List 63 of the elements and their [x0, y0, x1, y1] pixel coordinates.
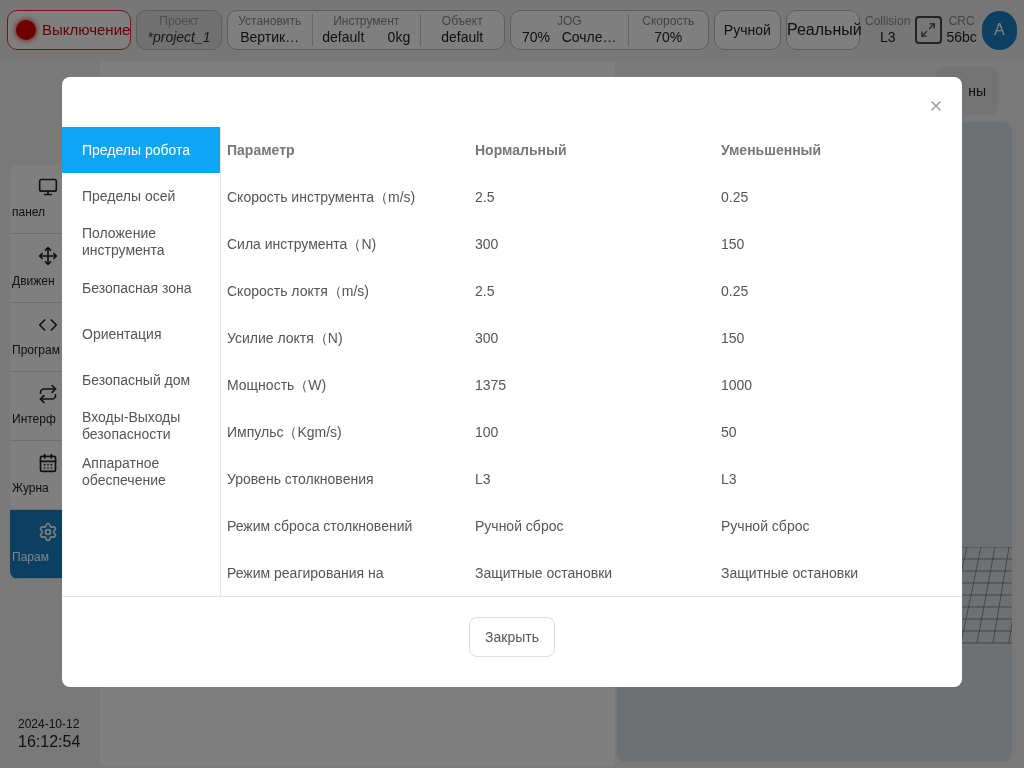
field-value: 70% Сочле…	[521, 28, 617, 47]
field-label: Объект	[441, 13, 483, 29]
sidebar-label: панел	[11, 204, 47, 221]
status-panel[interactable]: Установить Вертик… Инструмент default 0kg Объект default	[226, 10, 505, 50]
field-value: L3	[879, 28, 896, 47]
date-text: 2024-10-12	[18, 717, 81, 732]
sidebar-label: Парам	[11, 549, 50, 566]
project-name: *project_1	[147, 28, 211, 47]
field-value: 70%	[654, 28, 683, 47]
table-cell-text: 50	[720, 423, 738, 442]
table-cell-text: Скорость локтя（m/s)	[226, 282, 370, 301]
table-cell-text: Режим сброса столкновений	[226, 517, 414, 536]
table-cell-text: Скорость инструмента（m/s)	[226, 188, 417, 207]
table-cell-text: L3	[474, 470, 492, 489]
table-cell-text: Уровень столкновения	[226, 470, 375, 489]
table-cell-text: 1375	[474, 376, 508, 395]
power-button[interactable]: Выключение	[7, 10, 132, 50]
sidebar-label: Програм	[11, 342, 61, 359]
expand-icon[interactable]	[915, 16, 942, 44]
field-label: Скорость	[642, 13, 695, 29]
move-icon	[38, 246, 58, 266]
field-value: default	[441, 28, 484, 47]
status-panel[interactable]: JOG 70% Сочле… Скорость 70%	[509, 10, 709, 50]
field-value: default 0kg	[322, 28, 411, 47]
table-cell-text: 2.5	[474, 282, 496, 301]
power-status-icon	[16, 20, 36, 40]
settings-icon	[38, 522, 58, 542]
table-cell-text: 2.5	[474, 188, 496, 207]
table-cell-text: Усилие локтя（N)	[226, 329, 344, 348]
arrows-icon	[38, 384, 58, 404]
table-cell-text: Режим реагирования на	[226, 564, 385, 583]
table-cell-text: L3	[720, 470, 738, 489]
field-label: JOG	[556, 13, 582, 29]
field-label: Установить	[238, 13, 302, 29]
field-label: Инструмент	[333, 13, 400, 29]
table-cell-text: Защитные остановки	[474, 564, 614, 583]
column-header: Параметр	[226, 141, 296, 160]
menu-tab[interactable]: Пределы робота	[62, 127, 220, 173]
calendar-icon	[38, 453, 58, 473]
table-cell-text: 300	[474, 235, 500, 254]
table-cell-text: 150	[720, 235, 746, 254]
table-cell-text: Защитные остановки	[720, 564, 860, 583]
time-text: 16:12:54	[18, 732, 82, 752]
close-button[interactable]: Закрыть	[469, 617, 555, 657]
table-cell-text: 300	[474, 329, 500, 348]
table-cell-text: 150	[720, 329, 746, 348]
table-cell-text: Ручной сброс	[720, 517, 811, 536]
table-cell-text: Ручной сброс	[474, 517, 565, 536]
column-header: Уменьшенный	[720, 141, 823, 160]
column-header: Нормальный	[474, 141, 568, 160]
table-cell-text: Сила инструмента（N)	[226, 235, 378, 254]
table-cell-text: 100	[474, 423, 500, 442]
user-avatar[interactable]: A	[981, 10, 1017, 50]
table-cell-text: Мощность（W)	[226, 376, 328, 395]
field-value: 56bc	[946, 28, 977, 47]
table-cell-text: 1000	[720, 376, 754, 395]
field-value: Вертик…	[240, 28, 300, 47]
table-cell-text: 0.25	[720, 188, 750, 207]
table-cell-text: Импульс（Kgm/s)	[226, 423, 343, 442]
mode-button[interactable]: Реальный	[786, 10, 860, 50]
monitor-icon	[38, 177, 58, 197]
table-cell-text: 0.25	[720, 282, 750, 301]
mode-button[interactable]: Ручной	[713, 10, 781, 50]
